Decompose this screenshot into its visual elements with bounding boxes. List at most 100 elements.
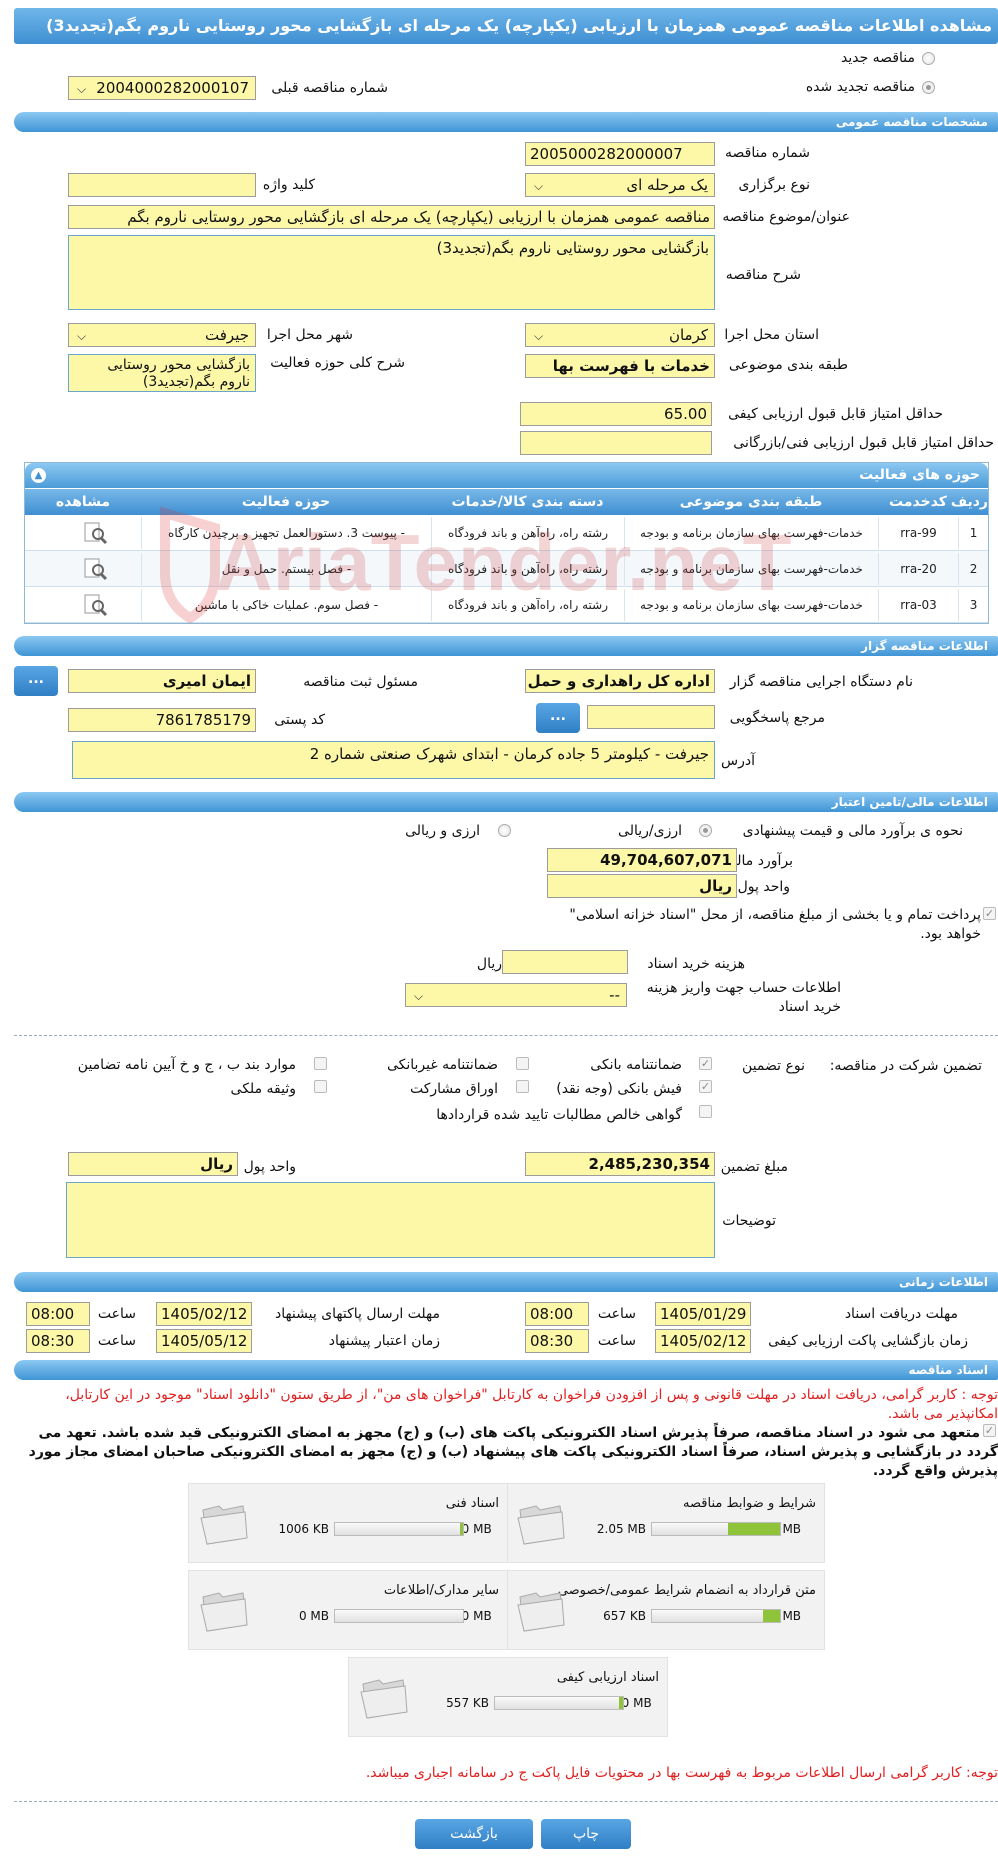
open-time[interactable]: 08:30 xyxy=(525,1329,589,1353)
magnifier-icon[interactable] xyxy=(82,521,108,545)
magnifier-icon[interactable] xyxy=(82,557,108,581)
col-code: کدخدمت xyxy=(889,494,947,510)
resp-field[interactable]: ایمان امیری xyxy=(68,669,256,693)
city-select[interactable]: جیرفت ⌵ xyxy=(68,323,256,347)
folder-icon xyxy=(200,1505,248,1545)
guarantee-amount-label: مبلغ تضمین xyxy=(720,1159,788,1175)
row-category: خدمات-فهرست بهای سازمان برنامه و بودجه xyxy=(624,517,878,549)
back-button[interactable]: بازگشت xyxy=(415,1819,533,1849)
doc-size: 657 KB xyxy=(603,1609,646,1623)
guarantee-type-label: نوع تضمین xyxy=(742,1058,805,1074)
doc-size: 557 KB xyxy=(446,1696,489,1710)
notes-textarea[interactable] xyxy=(66,1182,715,1258)
tender-number-field[interactable]: 2005000282000007 xyxy=(525,142,715,166)
ref-field[interactable] xyxy=(587,705,715,729)
send-hour-label: ساعت xyxy=(97,1306,136,1322)
acct-select[interactable]: -- ⌵ xyxy=(405,983,627,1007)
addr-textarea[interactable]: جیرفت - کیلومتر 5 جاده کرمان - ابتدای شه… xyxy=(72,741,715,779)
estimate-value: 49,704,607,071 xyxy=(600,851,732,869)
progress-fill xyxy=(619,1697,623,1709)
min-quality-label: حداقل امتیاز قابل قبول ارزیابی کیفی xyxy=(728,406,943,422)
send-time[interactable]: 08:00 xyxy=(26,1302,90,1326)
ref-more-button[interactable]: ... xyxy=(536,703,580,733)
org-name-field[interactable]: اداره کل راهداری و حمل و نقل xyxy=(525,669,715,693)
method-radio-2[interactable] xyxy=(498,824,511,837)
min-tech-label: حداقل امتیاز قابل قبول ارزیابی فنی/بازرگ… xyxy=(733,435,994,451)
row-area: - فصل بیستم. حمل و نقل xyxy=(141,553,431,585)
guarantee-amount-field[interactable]: 2,485,230,354 xyxy=(525,1152,715,1176)
min-tech-field[interactable] xyxy=(520,431,712,455)
doc-card-technical[interactable]: اسناد فنی 50 MB 1006 KB xyxy=(188,1483,508,1563)
cash-checkbox[interactable]: ✓ xyxy=(699,1080,712,1093)
province-value: کرمان xyxy=(668,326,708,344)
type-select[interactable]: یک مرحله ای ⌵ xyxy=(525,173,715,197)
collapse-icon[interactable]: ▲ xyxy=(31,468,46,483)
section-docs: اسناد مناقصه xyxy=(14,1360,998,1380)
divider xyxy=(14,1801,998,1802)
row-area: - فصل سوم. عملیات خاکی با ماشین xyxy=(141,589,431,621)
desc-textarea[interactable]: بازگشایی محور روستایی ناروم بگم(تجدید3) xyxy=(68,235,715,310)
row-number: 2 xyxy=(958,553,988,585)
doc-fee-label: هزینه خرید اسناد xyxy=(647,956,745,972)
renewed-tender-label: مناقصه تجدید شده xyxy=(805,79,915,95)
method-radio-1[interactable] xyxy=(699,824,712,837)
doc-card-other[interactable]: سایر مدارک/اطلاعات 50 MB 0 MB xyxy=(188,1570,508,1650)
resp-more-button[interactable]: ... xyxy=(14,666,58,696)
property-checkbox[interactable] xyxy=(314,1080,327,1093)
send-date[interactable]: 1405/02/12 xyxy=(156,1302,252,1326)
treasury-checkbox[interactable]: ✓ xyxy=(983,907,996,920)
activity-table-title: حوزه های فعالیت ▲ xyxy=(25,463,988,488)
guarantee-unit-field[interactable]: ریال xyxy=(68,1152,238,1176)
renewed-tender-radio[interactable] xyxy=(922,81,935,94)
price-list-notice: توجه: کاربر گرامی ارسال اطلاعات مربوط به… xyxy=(365,1765,998,1781)
col-row: ردیف xyxy=(950,494,988,510)
chevron-down-icon: ⌵ xyxy=(77,329,87,343)
ref-label: مرجع پاسخگویی xyxy=(729,710,825,726)
postal-field[interactable]: 7861785179 xyxy=(68,708,256,732)
claims-label: گواهی خالص مطالبات تایید شده قراردادها xyxy=(436,1107,682,1123)
guarantee-label: تضمین شرکت در مناقصه: xyxy=(829,1058,982,1074)
claims-checkbox[interactable] xyxy=(699,1105,712,1118)
nonbank-guarantee-checkbox[interactable] xyxy=(516,1057,529,1070)
print-button[interactable]: چاپ xyxy=(541,1819,631,1849)
bonds-checkbox[interactable] xyxy=(516,1080,529,1093)
treasury-text: پرداخت تمام و یا بخشی از مبلغ مناقصه، از… xyxy=(569,907,981,942)
doc-progress xyxy=(334,1522,464,1536)
acct-label: اطلاعات حساب جهت واریز هزینه خرید اسناد xyxy=(646,980,841,1015)
valid-time[interactable]: 08:30 xyxy=(26,1329,90,1353)
open-date[interactable]: 1405/02/12 xyxy=(655,1329,751,1353)
magnifier-icon[interactable] xyxy=(82,593,108,617)
keyword-field[interactable] xyxy=(68,173,256,197)
doc-card-terms[interactable]: شرایط و ضوابط مناقصه 5 MB 2.05 MB xyxy=(505,1483,825,1563)
prev-number-select[interactable]: 2004000282000107 ⌵ xyxy=(68,76,256,100)
doc-card-contract[interactable]: متن قرارداد به انضمام شرایط عمومی/خصوصی … xyxy=(505,1570,825,1650)
estimate-field[interactable]: 49,704,607,071 xyxy=(547,848,737,872)
clauses-checkbox[interactable] xyxy=(314,1057,327,1070)
activity-rows: 1 rra-99 خدمات-فهرست بهای سازمان برنامه و … xyxy=(25,515,988,623)
folder-icon xyxy=(360,1679,408,1719)
chevron-down-icon: ⌵ xyxy=(414,989,424,1003)
category-field[interactable]: خدمات با فهرست بها xyxy=(525,354,715,378)
get-docs-date[interactable]: 1405/01/29 xyxy=(655,1302,751,1326)
doc-fee-field[interactable] xyxy=(502,950,628,974)
get-docs-time[interactable]: 08:00 xyxy=(525,1302,589,1326)
doc-size: 1006 KB xyxy=(278,1522,329,1536)
valid-date[interactable]: 1405/05/12 xyxy=(156,1329,252,1353)
method-label: نحوه ی برآورد مالی و قیمت پیشنهادی xyxy=(742,823,963,839)
table-row: 3 rra-03 خدمات-فهرست بهای سازمان برنامه و … xyxy=(25,587,988,623)
section-time: اطلاعات زمانی xyxy=(14,1272,998,1292)
subject-field[interactable]: مناقصه عمومی همزمان با ارزیابی (یکپارچه)… xyxy=(68,205,715,229)
province-select[interactable]: کرمان ⌵ xyxy=(525,323,715,347)
progress-fill xyxy=(727,1523,780,1535)
new-tender-radio[interactable] xyxy=(922,52,935,65)
scope-textarea[interactable]: بازگشایی محور روستایی ناروم بگم(تجدید3) xyxy=(68,354,256,392)
doc-card-quality[interactable]: اسناد ارزیابی کیفی 20 MB 557 KB xyxy=(348,1657,668,1737)
org-name-label: نام دستگاه اجرایی مناقصه گزار xyxy=(729,674,913,690)
folder-icon xyxy=(517,1505,565,1545)
min-quality-field[interactable]: 65.00 xyxy=(520,402,712,426)
min-quality-value: 65.00 xyxy=(664,405,707,423)
bank-guarantee-checkbox[interactable]: ✓ xyxy=(699,1057,712,1070)
open-hour-label: ساعت xyxy=(597,1333,636,1349)
prev-number-value: 2004000282000107 xyxy=(96,79,249,97)
unit-field[interactable]: ریال xyxy=(547,874,737,898)
